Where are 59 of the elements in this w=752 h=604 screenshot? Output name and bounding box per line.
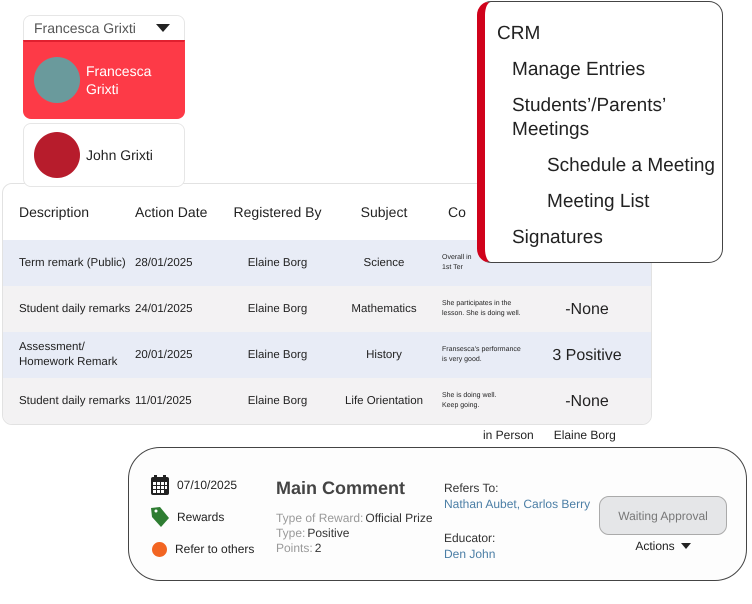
- selected-student: Francesca Grixti: [34, 20, 136, 36]
- entry-category: Rewards: [177, 510, 224, 524]
- student-option[interactable]: John Grixti: [23, 123, 185, 187]
- table-cell-text: Elaine Borg: [246, 256, 308, 270]
- table-cell: in Person: [483, 428, 534, 442]
- table-cell-text: Elaine Borg: [246, 302, 308, 316]
- field-value: 2: [314, 541, 322, 555]
- dot-icon: [152, 542, 167, 556]
- table-cell-text: 20/01/2025: [135, 348, 194, 362]
- table-cell-text: Elaine Borg: [246, 394, 308, 408]
- table-cell-text: -None: [564, 302, 610, 316]
- educator-link[interactable]: Den John: [444, 546, 496, 562]
- actions-menu[interactable]: Actions: [635, 539, 675, 553]
- entry-date: 07/10/2025: [177, 478, 238, 492]
- menu-item[interactable]: Manage Entries: [497, 58, 722, 82]
- refers-to-link[interactable]: Nathan Aubet, Carlos Berry: [444, 496, 590, 512]
- table-cell-text: Assessment/ Homework Remark: [18, 340, 118, 370]
- menu-item[interactable]: Schedule a Meeting: [497, 154, 722, 178]
- entry-title: Main Comment: [276, 478, 406, 499]
- table-cell-text: Student daily remarks: [18, 394, 132, 408]
- column-header: Registered By: [232, 204, 322, 220]
- menu-item[interactable]: Meeting List: [497, 190, 722, 214]
- table-cell-text: 11/01/2025: [135, 394, 193, 408]
- column-header: Action Date: [135, 204, 208, 220]
- table-cell-text: Elaine Borg: [246, 348, 308, 362]
- field-label: Type:: [276, 526, 306, 540]
- field-value: Official Prize: [365, 511, 433, 525]
- table-cell-text: 3 Positive: [551, 348, 623, 362]
- field-label: Refers To:: [444, 480, 500, 496]
- refer-label: Refer to others: [175, 542, 254, 556]
- student-option[interactable]: Francesca Grixti: [23, 40, 185, 119]
- table-cell-text: Science: [362, 256, 406, 270]
- field-label: Type of Reward:: [276, 511, 364, 525]
- avatar-placeholder: [34, 57, 80, 103]
- status-button[interactable]: Waiting Approval: [599, 496, 727, 535]
- menu-item[interactable]: Signatures: [497, 226, 722, 250]
- column-header: Subject: [360, 204, 408, 220]
- calendar-icon: [151, 475, 169, 495]
- column-header: Co: [447, 204, 467, 220]
- field-label: Points:: [276, 541, 313, 555]
- table-cell-text: 28/01/2025: [135, 256, 194, 270]
- menu-item[interactable]: Students’/Parents’ Meetings: [497, 94, 722, 142]
- caret-icon: [680, 543, 691, 549]
- table-cell-text: Term remark (Public): [18, 256, 127, 270]
- field-label: Educator:: [444, 530, 496, 546]
- table-cell-text: Life Orientation: [344, 394, 424, 408]
- table-cell-text: Student daily remarks: [18, 302, 132, 316]
- tag-icon: [151, 507, 169, 527]
- student-dropdown[interactable]: Francesca Grixti Francesca Grixti John Grixti: [23, 15, 185, 187]
- avatar-placeholder: [34, 132, 80, 178]
- caret-icon: [156, 24, 170, 32]
- table-cell-text: 24/01/2025: [135, 302, 194, 316]
- field-value: Positive: [307, 526, 350, 540]
- table-cell-text: -None: [564, 394, 610, 408]
- table-cell: Elaine Borg: [554, 428, 616, 442]
- table-cell-text: Mathematics: [350, 302, 418, 316]
- table-cell-text: History: [365, 348, 403, 362]
- menu-heading: CRM: [497, 22, 542, 46]
- column-header: Description: [18, 204, 90, 220]
